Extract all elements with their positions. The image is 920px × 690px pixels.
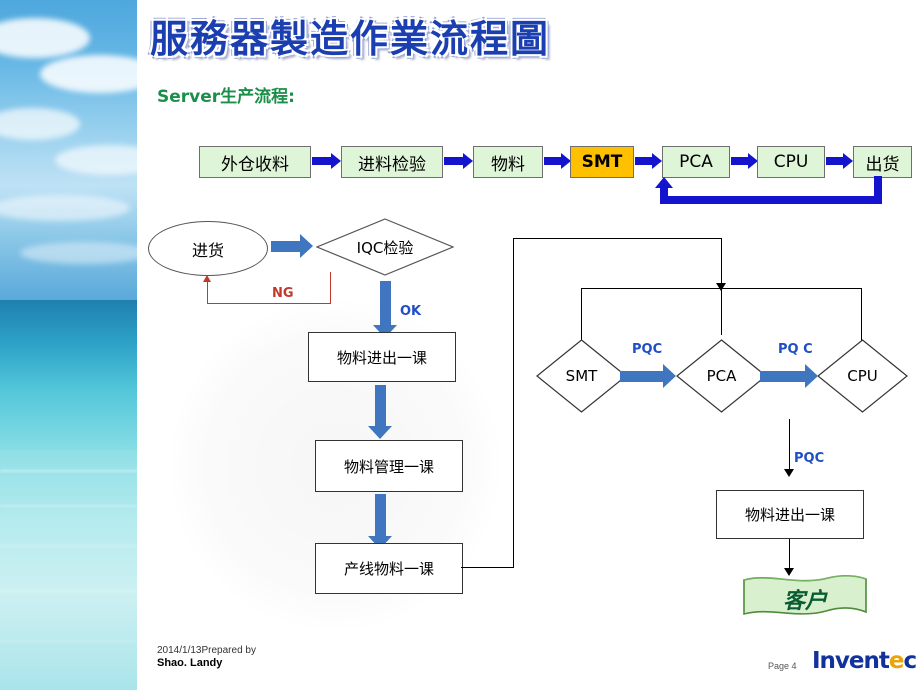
chain-arrow-0 [312, 153, 341, 169]
node-incoming[interactable]: 进货 [148, 221, 268, 276]
node-station-pca[interactable]: PCA [676, 339, 767, 413]
label-pqc-3: PQC [794, 451, 825, 466]
arrow-incoming-to-iqc [271, 234, 313, 258]
node-step-1[interactable]: 物料管理一课 [315, 440, 463, 492]
chain-step-5[interactable]: CPU [757, 146, 825, 178]
photo-shallow-water [0, 450, 137, 690]
arrow-cpu-to-warehouse-head [784, 469, 794, 477]
ng-line-left [207, 303, 331, 304]
arrow-smt-to-pca [620, 364, 676, 388]
node-station-smt[interactable]: SMT [536, 339, 627, 413]
chain-arrow-1 [444, 153, 473, 169]
label-pqc-1: PQC [632, 342, 663, 357]
label-ok: OK [400, 304, 422, 319]
node-customer-label: 客户 [782, 588, 827, 614]
logo-text-a: Invent [812, 648, 890, 674]
node-customer[interactable]: 客户 [740, 572, 870, 620]
connector-line-top [513, 238, 722, 239]
connector-line-down [721, 238, 722, 285]
photo-ripple [0, 545, 137, 547]
ng-line-up [207, 282, 208, 304]
photo-cloud [20, 242, 137, 264]
connector-line-right [461, 567, 514, 568]
label-ng: NG [272, 286, 294, 301]
arrow-warehouse-to-customer-line [789, 539, 790, 570]
node-station-cpu-label: CPU [847, 367, 878, 385]
decorative-photo-strip [0, 0, 137, 690]
chain-step-3[interactable]: SMT [570, 146, 634, 178]
photo-ripple [0, 470, 137, 472]
connector-line-up [513, 238, 514, 568]
slide-canvas: 服務器製造作業流程圖 Server生产流程: 外仓收料 进料检验 物料 SMT … [0, 0, 920, 690]
feedback-arrowhead [655, 177, 673, 188]
page-number: Page 4 [768, 661, 797, 671]
arrow-step1-to-step2 [368, 494, 392, 549]
node-warehouse-out[interactable]: 物料进出一课 [716, 490, 864, 539]
section-subtitle: Server生产流程: [157, 87, 295, 107]
chain-step-0[interactable]: 外仓收料 [199, 146, 311, 178]
feedback-elbow-right-riser [874, 176, 882, 200]
node-station-cpu[interactable]: CPU [817, 339, 908, 413]
page-title: 服務器製造作業流程圖 [150, 17, 551, 61]
ng-line-down [330, 272, 331, 304]
feedback-elbow-left-riser [660, 188, 668, 200]
node-station-smt-label: SMT [565, 367, 598, 385]
logo-text-b: c [903, 648, 918, 674]
node-step-2[interactable]: 产线物料一课 [315, 543, 463, 594]
arrow-step0-to-step1 [368, 385, 392, 439]
footer-date: 2014/1/13Prepared by [157, 645, 256, 656]
inventec-logo: Inventec [812, 648, 918, 674]
footer-author: Shao. Landy [157, 657, 223, 669]
chain-arrow-5 [826, 153, 853, 169]
arrow-cpu-to-warehouse-line [789, 419, 790, 471]
station-bus-middle [721, 288, 722, 335]
photo-ripple [0, 640, 137, 642]
chain-arrow-4 [731, 153, 758, 169]
label-pqc-2: PQ C [778, 342, 813, 357]
node-iqc[interactable]: IQC检验 [316, 218, 454, 276]
node-iqc-label: IQC检验 [356, 238, 414, 257]
arrow-pca-to-cpu [760, 364, 818, 388]
chain-step-2[interactable]: 物料 [473, 146, 543, 178]
chain-step-6[interactable]: 出货 [853, 146, 912, 178]
chain-step-1[interactable]: 进料检验 [341, 146, 443, 178]
feedback-elbow-horizontal [660, 196, 882, 204]
chain-arrow-2 [544, 153, 571, 169]
ng-arrowhead [203, 275, 211, 282]
photo-sea [0, 300, 137, 450]
logo-text-accent: e [888, 648, 905, 674]
chain-step-4[interactable]: PCA [662, 146, 730, 178]
node-step-0[interactable]: 物料进出一课 [308, 332, 456, 382]
arrow-iqc-ok [373, 281, 397, 338]
node-station-pca-label: PCA [706, 367, 737, 385]
chain-arrow-3 [635, 153, 662, 169]
photo-ripple [0, 505, 137, 507]
photo-ripple [0, 590, 137, 592]
